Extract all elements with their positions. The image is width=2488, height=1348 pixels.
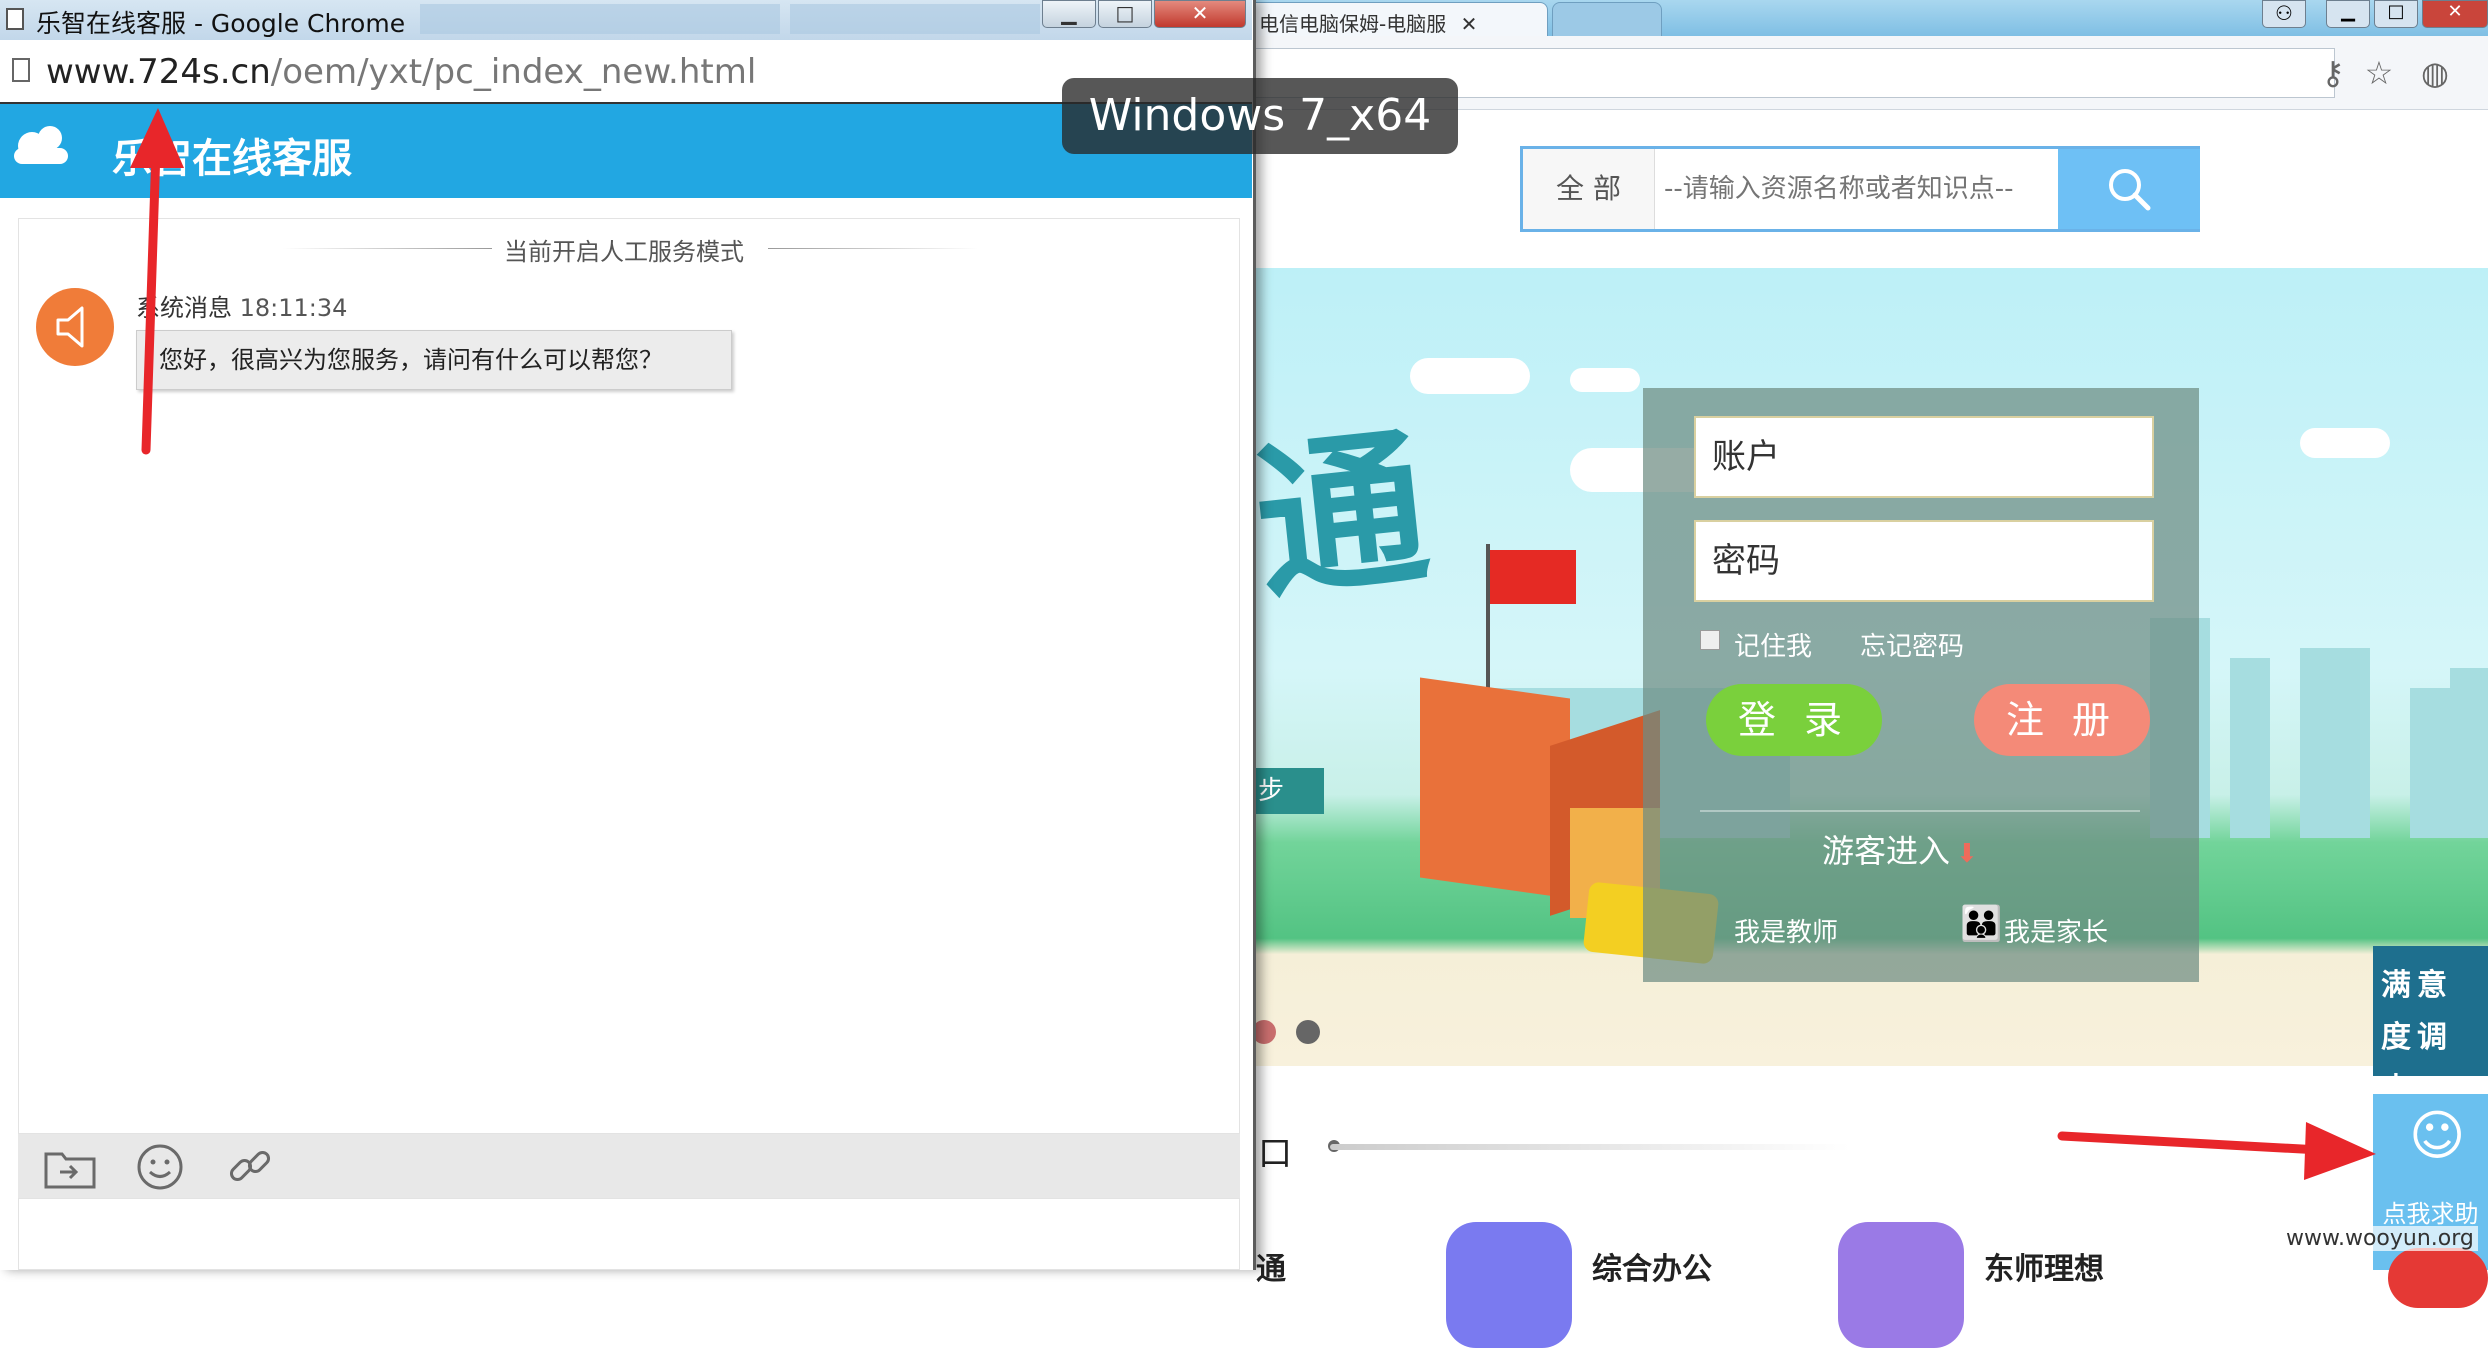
arrow-down-icon: ⬇ [1956, 839, 1978, 869]
building [2450, 668, 2488, 838]
section-label: 口 [1258, 1134, 1292, 1174]
close-button[interactable]: ✕ [1154, 0, 1246, 28]
banner-tag: 步 [1250, 768, 1324, 814]
office-portal-label[interactable]: 综合办公 [1592, 1244, 1712, 1288]
flag [1490, 550, 1576, 604]
guest-entry-label: 游客进入 [1822, 832, 1951, 870]
search-input[interactable] [1658, 149, 2056, 229]
divider [1700, 810, 2140, 812]
blurred-tab [790, 4, 1040, 34]
message-sender: 系统消息 18:11:34 [136, 288, 347, 323]
office-portal-icon[interactable] [1446, 1222, 1572, 1348]
teacher-entry-link[interactable]: 我是教师 [1734, 912, 1838, 949]
blurred-tab [420, 4, 780, 34]
minimize-button[interactable]: ▁ [1042, 0, 1096, 28]
customer-service-icon: ☺ [2409, 1104, 2466, 1167]
satisfaction-survey-button[interactable]: 满意度调 查 [2373, 946, 2488, 1107]
url-path: /oem/yxt/pc_index_new.html [270, 52, 757, 92]
chat-service-title: 乐智在线客服 [112, 135, 352, 182]
send-file-icon[interactable] [42, 1140, 98, 1194]
speaker-icon [56, 306, 84, 348]
remember-checkbox[interactable] [1700, 630, 1720, 650]
globe-icon[interactable]: ◍ [2414, 52, 2456, 94]
remember-label: 记住我 [1734, 632, 1813, 662]
page-icon [12, 58, 30, 82]
url-host: www.724s.cn [46, 52, 271, 92]
cloud [2300, 428, 2390, 458]
resource-search: 全 部 [1520, 146, 2200, 232]
help-button-label: 点我求助 [2382, 1200, 2479, 1228]
divider [768, 248, 978, 249]
login-button[interactable]: 登 录 [1706, 684, 1882, 756]
divider [282, 248, 492, 249]
service-mode-notice: 当前开启人工服务模式 [504, 238, 744, 266]
emoji-icon[interactable] [132, 1140, 188, 1194]
link-icon[interactable] [222, 1140, 278, 1194]
family-icon: 👪 [1960, 904, 2003, 944]
chain-glyph [229, 1150, 271, 1182]
forgot-password-link[interactable]: 忘记密码 [1860, 626, 1964, 663]
carousel-dot[interactable] [1296, 1020, 1320, 1044]
system-avatar [36, 288, 114, 366]
search-button[interactable] [2058, 149, 2200, 229]
school-building [1420, 677, 1570, 899]
banner-title-char: 通 [1246, 407, 1437, 625]
cloud [1570, 368, 1640, 392]
portal-label-partial: 通 [1256, 1252, 1286, 1287]
building [2300, 648, 2370, 838]
bg-close-button[interactable]: ✕ [2422, 0, 2488, 28]
sender-name: 系统消息 [136, 294, 232, 322]
cloud [1410, 358, 1530, 394]
vm-label: Windows 7_x64 [1062, 78, 1458, 154]
register-button[interactable]: 注 册 [1974, 684, 2150, 756]
guest-entry-link[interactable]: 游客进入 ⬇ [1822, 826, 1978, 872]
cloud-logo-icon [14, 126, 68, 164]
key-icon[interactable]: ⚷ [2312, 52, 2354, 94]
user-icon[interactable]: ⚇ [2262, 0, 2306, 28]
tab-title: 电信电脑保姆-电脑服 [1259, 12, 1447, 36]
teacher-ideal-portal-label[interactable]: 东师理想 [1984, 1244, 2104, 1288]
window-title: 乐智在线客服 - Google Chrome [36, 9, 406, 38]
parent-entry-link[interactable]: 我是家长 [2004, 912, 2108, 949]
smiley-glyph [137, 1144, 183, 1190]
message-time: 18:11:34 [239, 294, 348, 322]
tab-close-icon[interactable]: ✕ [1461, 12, 1478, 36]
background-tab-active[interactable]: 电信电脑保姆-电脑服 ✕ [1248, 2, 1548, 36]
bg-maximize-button[interactable]: □ [2374, 0, 2418, 28]
search-scope-select[interactable]: 全 部 [1523, 149, 1655, 229]
bg-minimize-button[interactable]: ▁ [2326, 0, 2370, 28]
message-bubble: 您好，很高兴为您服务，请问有什么可以帮您？ [136, 330, 732, 390]
search-icon [2109, 169, 2151, 211]
teacher-ideal-portal-icon[interactable] [1838, 1222, 1964, 1348]
page-icon [6, 8, 24, 30]
folder-arrow-glyph [44, 1152, 96, 1189]
input-toolbar [18, 1134, 1240, 1198]
password-field[interactable]: 密码 [1694, 520, 2154, 602]
url-text: www.724s.cn/oem/yxt/pc_index_new.html [46, 52, 756, 92]
message-input[interactable] [18, 1198, 1240, 1270]
maximize-button[interactable]: □ [1098, 0, 1152, 28]
account-field[interactable]: 账户 [1694, 416, 2154, 498]
bookmark-star-icon[interactable]: ☆ [2358, 52, 2400, 94]
new-tab-button[interactable] [1552, 2, 1662, 36]
section-divider [1330, 1144, 1850, 1150]
building [2230, 658, 2270, 838]
red-badge[interactable] [2388, 1248, 2488, 1308]
watermark: www.wooyun.org [2282, 1226, 2478, 1251]
